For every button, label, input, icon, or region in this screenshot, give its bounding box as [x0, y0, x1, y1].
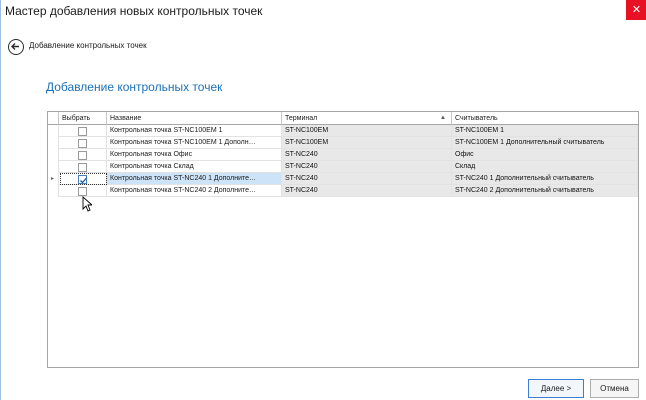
focus-rectangle [60, 173, 107, 185]
terminal-cell: ST-NC240 [282, 161, 452, 173]
terminal-cell: ST-NC100EM [282, 125, 452, 137]
table-row[interactable]: Контрольная точка Склад ST-NC240 Склад [48, 161, 638, 173]
window-title: Мастер добавления новых контрольных точе… [5, 4, 263, 18]
row-checkbox[interactable] [78, 163, 87, 172]
terminal-cell: ST-NC100EM [282, 137, 452, 149]
terminal-cell: ST-NC240 [282, 173, 452, 185]
arrow-left-circle-icon [11, 43, 19, 50]
close-icon: ✕ [631, 4, 642, 16]
table-row[interactable]: ▸ Контрольная точка ST-NC240 1 Дополните…… [48, 173, 638, 185]
mouse-cursor-icon [82, 196, 92, 212]
name-cell: Контрольная точка ST-NC100EM 1 [107, 125, 282, 137]
column-header-label: Выбрать [62, 115, 91, 122]
reader-cell: ST-NC240 2 Дополнительный считыватель [452, 185, 638, 197]
row-indicator [48, 185, 59, 197]
grid-header: Выбрать Название Терминал ▲ Считыватель [48, 112, 638, 125]
wizard-window: Мастер добавления новых контрольных точе… [0, 0, 646, 400]
nav-step-label: Добавление контрольных точек [29, 41, 147, 50]
column-header-terminal[interactable]: Терминал ▲ [282, 112, 452, 125]
row-checkbox[interactable] [78, 127, 87, 136]
row-checkbox[interactable] [78, 139, 87, 148]
row-indicator [48, 161, 59, 173]
table-row[interactable]: Контрольная точка Офис ST-NC240 Офис [48, 149, 638, 161]
row-checkbox[interactable] [78, 187, 87, 196]
cancel-button[interactable]: Отмена [590, 379, 639, 398]
reader-cell: ST-NC240 1 Дополнительный считыватель [452, 173, 638, 185]
back-button[interactable] [8, 39, 24, 55]
reader-cell: Офис [452, 149, 638, 161]
row-indicator: ▸ [48, 173, 59, 185]
reader-cell: Склад [452, 161, 638, 173]
row-indicator [48, 125, 59, 137]
name-cell: Контрольная точка Склад [107, 161, 282, 173]
column-header-label: Терминал [285, 115, 318, 122]
table-row[interactable]: Контрольная точка ST-NC100EM 1 ST-NC100EM… [48, 125, 638, 137]
row-checkbox[interactable] [78, 151, 87, 160]
name-cell: Контрольная точка ST-NC240 2 Дополните… [107, 185, 282, 197]
row-indicator [48, 149, 59, 161]
terminal-cell: ST-NC240 [282, 149, 452, 161]
checkpoints-grid[interactable]: Выбрать Название Терминал ▲ Считыватель … [47, 111, 639, 368]
column-header-select[interactable]: Выбрать [59, 112, 107, 125]
terminal-cell: ST-NC240 [282, 185, 452, 197]
column-header-reader[interactable]: Считыватель [452, 112, 638, 125]
close-button[interactable]: ✕ [626, 0, 646, 20]
column-header-label: Считыватель [455, 115, 498, 122]
next-button[interactable]: Далее > [528, 379, 584, 398]
nav-bar: Добавление контрольных точек [1, 30, 646, 60]
column-header-name[interactable]: Название [107, 112, 282, 125]
name-cell: Контрольная точка Офис [107, 149, 282, 161]
current-row-icon: ▸ [51, 176, 55, 182]
name-cell: Контрольная точка ST-NC100EM 1 Дополн… [107, 137, 282, 149]
sort-ascending-icon: ▲ [440, 115, 446, 121]
reader-cell: ST-NC100EM 1 [452, 125, 638, 137]
name-cell: Контрольная точка ST-NC240 1 Дополните… [107, 173, 282, 185]
page-title: Добавление контрольных точек [46, 80, 223, 94]
reader-cell: ST-NC100EM 1 Дополнительный считыватель [452, 137, 638, 149]
column-header-label: Название [110, 115, 142, 122]
row-indicator [48, 137, 59, 149]
header-indicator-cell [48, 112, 59, 125]
title-bar: Мастер добавления новых контрольных точе… [1, 0, 646, 22]
table-row[interactable]: Контрольная точка ST-NC100EM 1 Дополн… ST… [48, 137, 638, 149]
table-row[interactable]: Контрольная точка ST-NC240 2 Дополните… S… [48, 185, 638, 197]
